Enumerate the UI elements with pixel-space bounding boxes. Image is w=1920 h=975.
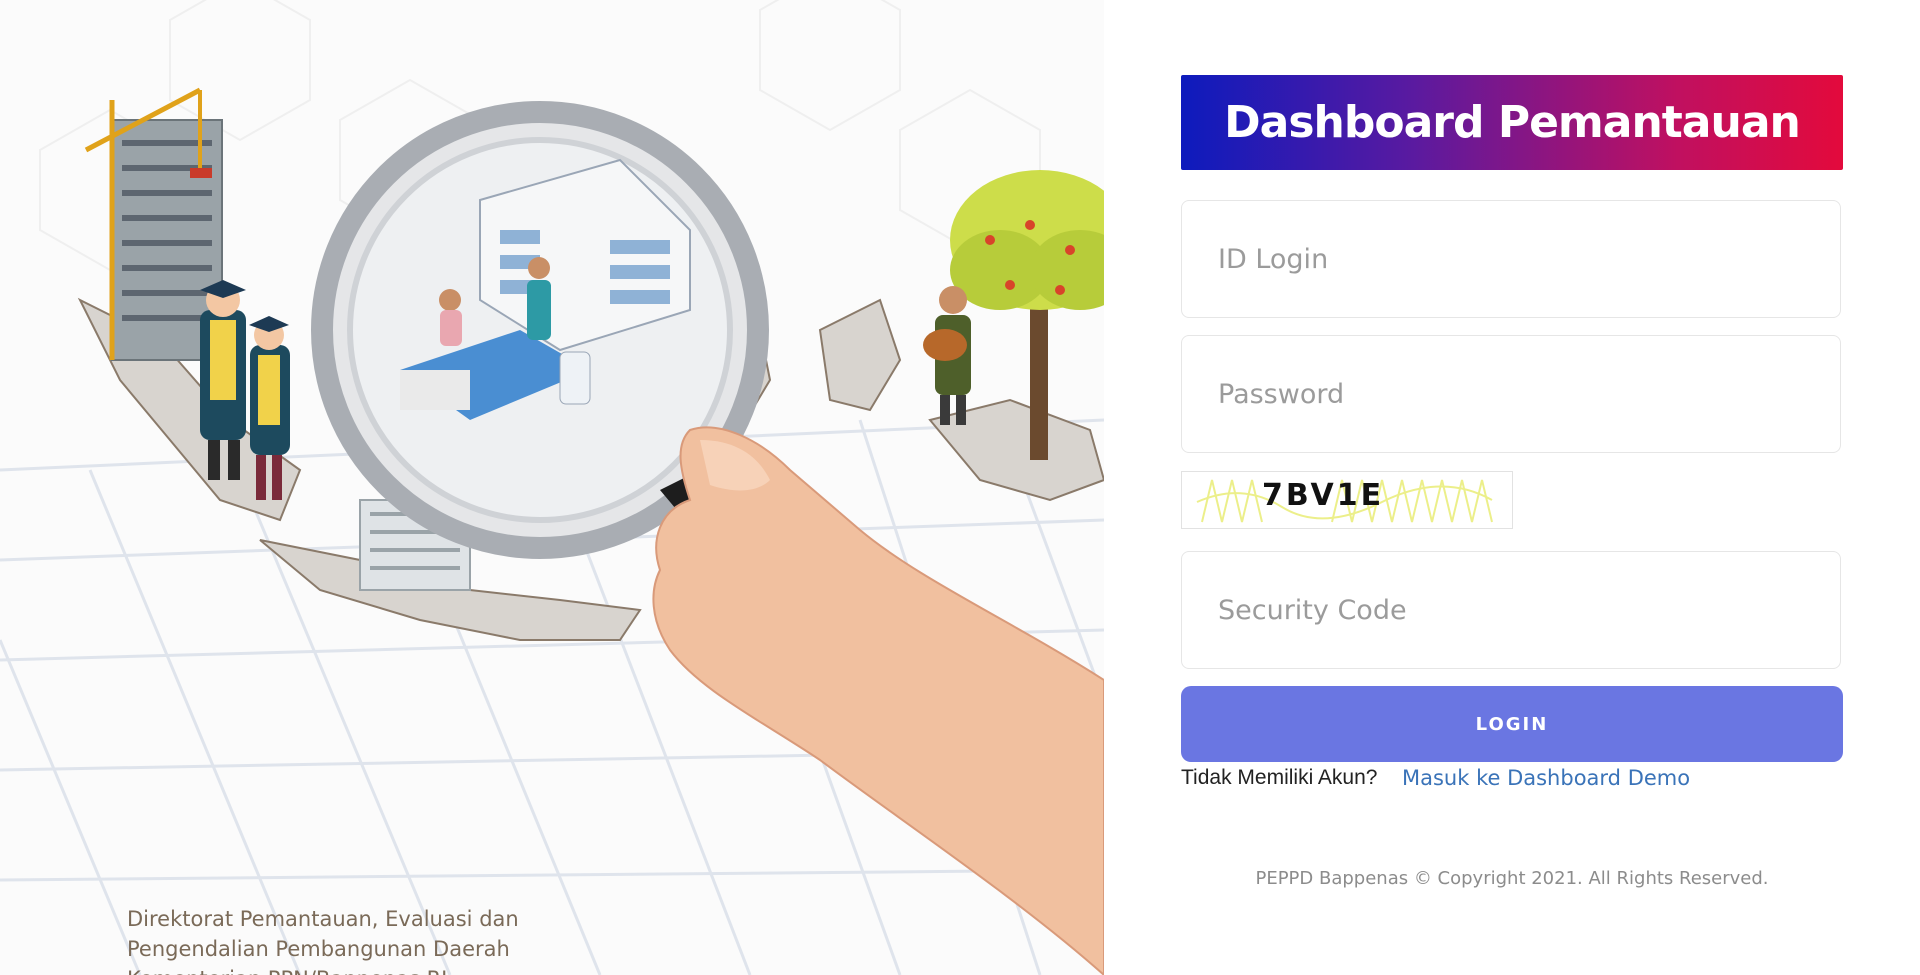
demo-dashboard-link[interactable]: Masuk ke Dashboard Demo [1402,766,1690,790]
caption-line-3: Kementerian PPN/Bappenas RI [127,964,627,975]
password-input[interactable] [1181,335,1841,453]
title-banner: Dashboard Pemantauan [1181,75,1843,170]
caption-line-2: Pengendalian Pembangunan Daerah [127,937,510,961]
login-panel: Dashboard Pemantauan 7BV1E LOGIN Tidak M… [1181,0,1843,975]
hero-caption: Direktorat Pemantauan, Evaluasi dan Peng… [127,904,627,975]
caption-line-1: Direktorat Pemantauan, Evaluasi dan [127,907,519,931]
no-account-text: Tidak Memiliki Akun? [1181,766,1378,789]
login-id-input[interactable] [1181,200,1841,318]
copyright-text: PEPPD Bappenas © Copyright 2021. All Rig… [1255,868,1769,889]
hero-illustration: Direktorat Pemantauan, Evaluasi dan Peng… [0,0,1104,975]
security-code-input[interactable] [1181,551,1841,669]
monitoring-illustration [0,0,1104,975]
page-title: Dashboard Pemantauan [1224,97,1801,148]
captcha-code: 7BV1E [1262,478,1385,513]
captcha-image: 7BV1E [1181,471,1513,529]
login-button[interactable]: LOGIN [1181,686,1843,762]
